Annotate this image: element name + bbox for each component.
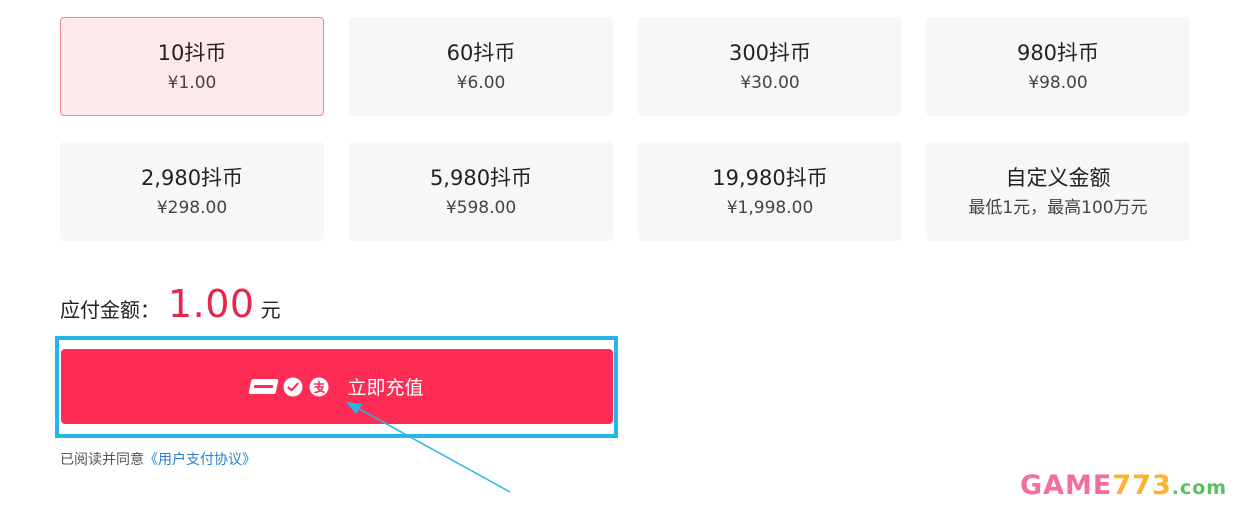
watermark-part2: 773 (1112, 470, 1172, 501)
package-card-300[interactable]: 300抖币 ¥30.00 (638, 17, 902, 116)
annotation-arrow-icon (346, 402, 511, 493)
payable-amount-unit: 元 (260, 298, 281, 322)
payable-amount-row: 应付金额： 1.00 元 (60, 282, 281, 326)
payment-icons (248, 377, 335, 397)
package-coins: 5,980抖币 (429, 165, 533, 190)
wechat-pay-icon (283, 377, 303, 397)
package-coins: 980抖币 (1016, 40, 1100, 65)
package-card-60[interactable]: 60抖币 ¥6.00 (349, 17, 613, 116)
watermark-part1: GAME (1020, 470, 1113, 501)
recharge-button[interactable]: 立即充值 (61, 349, 613, 424)
package-price: ¥298.00 (156, 197, 228, 218)
package-price: ¥1,998.00 (726, 197, 814, 218)
unionpay-icon (248, 379, 280, 394)
package-coins: 300抖币 (728, 40, 812, 65)
package-card-custom[interactable]: 自定义金额 最低1元，最高100万元 (926, 142, 1190, 241)
package-card-19980[interactable]: 19,980抖币 ¥1,998.00 (638, 142, 902, 241)
user-payment-agreement-link[interactable]: 《用户支付协议》 (144, 452, 256, 468)
package-coins: 60抖币 (446, 40, 516, 65)
package-price: ¥30.00 (740, 72, 800, 93)
package-coins: 10抖币 (157, 40, 227, 65)
package-price: ¥98.00 (1028, 72, 1088, 93)
package-price: ¥1.00 (167, 72, 217, 93)
package-coins: 19,980抖币 (712, 165, 828, 190)
watermark-part3: .com (1171, 477, 1228, 499)
package-price: 最低1元，最高100万元 (968, 197, 1148, 218)
agreement-prefix: 已阅读并同意 (60, 452, 144, 468)
watermark-logo: GAME773.com (1020, 470, 1227, 501)
package-card-10[interactable]: 10抖币 ¥1.00 (60, 17, 324, 116)
package-card-5980[interactable]: 5,980抖币 ¥598.00 (349, 142, 613, 241)
payable-amount-label: 应付金额： (60, 298, 160, 322)
package-coins: 2,980抖币 (140, 165, 244, 190)
package-price: ¥6.00 (456, 72, 506, 93)
package-card-2980[interactable]: 2,980抖币 ¥298.00 (60, 142, 324, 241)
package-coins: 自定义金额 (1005, 165, 1111, 190)
alipay-icon (309, 377, 329, 397)
payable-amount-value: 1.00 (168, 282, 255, 326)
agreement-text: 已阅读并同意《用户支付协议》 (60, 449, 256, 469)
package-price: ¥598.00 (445, 197, 517, 218)
package-card-980[interactable]: 980抖币 ¥98.00 (926, 17, 1190, 116)
